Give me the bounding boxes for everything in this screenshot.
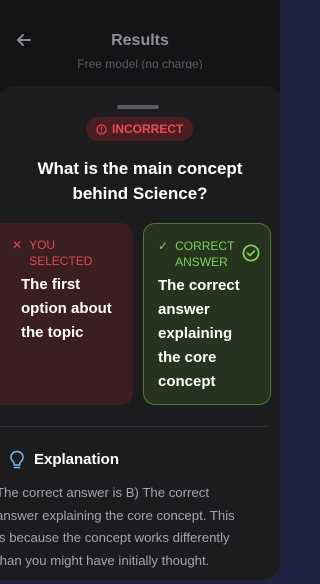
incorrect-badge: INCORRECT bbox=[86, 117, 194, 141]
correct-answer-card: ✓ CORRECT ANSWER The correct answer expl… bbox=[143, 223, 271, 405]
selected-answer-text: The first option about the topic bbox=[21, 276, 112, 341]
page-title: Results bbox=[111, 32, 169, 49]
sheet-drag-handle[interactable] bbox=[117, 105, 159, 109]
question-text: What is the main concept behind Science? bbox=[37, 159, 243, 203]
explanation-text: The correct answer is B) The correct ans… bbox=[0, 485, 235, 568]
selected-label: ✕ YOU SELECTED bbox=[12, 238, 93, 268]
results-screen: Results Free model (no charge) INCORRECT… bbox=[0, 0, 280, 580]
selected-answer-card: ✕ YOU SELECTED The first option about th… bbox=[0, 223, 133, 405]
lightbulb-icon bbox=[10, 450, 24, 469]
alert-circle-icon bbox=[96, 123, 107, 135]
correct-answer-text: The correct answer explaining the core c… bbox=[158, 277, 240, 390]
bottom-sheet bbox=[0, 86, 280, 100]
explanation-title: Explanation bbox=[34, 451, 120, 468]
top-bar: Results Free model (no charge) bbox=[0, 0, 280, 92]
check-circle-icon bbox=[242, 244, 260, 262]
section-divider bbox=[0, 426, 269, 427]
background-text: Free model (no charge) bbox=[77, 59, 203, 69]
correct-label: ✓ CORRECT ANSWER bbox=[158, 239, 235, 269]
check-icon: ✓ bbox=[158, 239, 169, 253]
badge-label: INCORRECT bbox=[112, 122, 184, 136]
x-icon: ✕ bbox=[12, 238, 23, 252]
